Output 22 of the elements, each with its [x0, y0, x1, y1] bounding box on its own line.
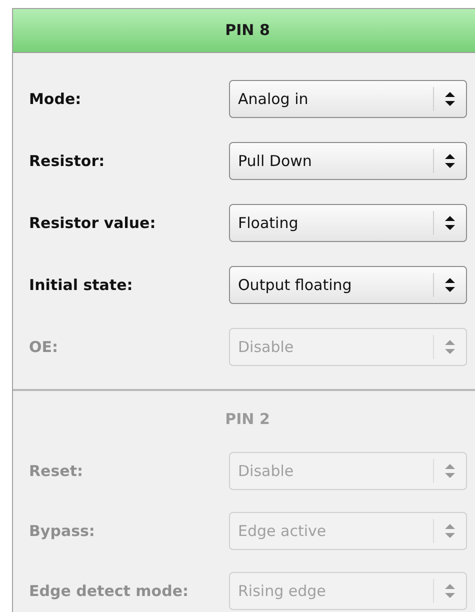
- dropdown[interactable]: Analog in: [229, 80, 467, 118]
- section-header: PIN 8: [13, 9, 475, 53]
- field-label: Resistor value:: [29, 214, 157, 232]
- up-down-arrows-icon: [445, 278, 455, 292]
- up-down-arrows-icon: [445, 464, 455, 478]
- field-label: OE:: [29, 338, 59, 356]
- up-down-arrows-icon: [445, 340, 455, 354]
- up-down-arrows-icon: [445, 524, 455, 538]
- field-label: Reset:: [29, 462, 84, 480]
- up-down-arrows-icon: [445, 584, 455, 598]
- field-label: Bypass:: [29, 522, 96, 540]
- field-label: Edge detect mode:: [29, 582, 190, 600]
- dropdown[interactable]: Pull Down: [229, 142, 467, 180]
- up-down-arrows-icon: [445, 154, 455, 168]
- field-label: Mode:: [29, 90, 82, 108]
- dropdown[interactable]: Output floating: [229, 266, 467, 304]
- up-down-arrows-icon: [445, 92, 455, 106]
- field-label: Initial state:: [29, 276, 134, 294]
- up-down-arrows-icon: [445, 216, 455, 230]
- dropdown[interactable]: Floating: [229, 204, 467, 242]
- section-header: PIN 2: [224, 408, 271, 430]
- field-label: Resistor:: [29, 152, 106, 170]
